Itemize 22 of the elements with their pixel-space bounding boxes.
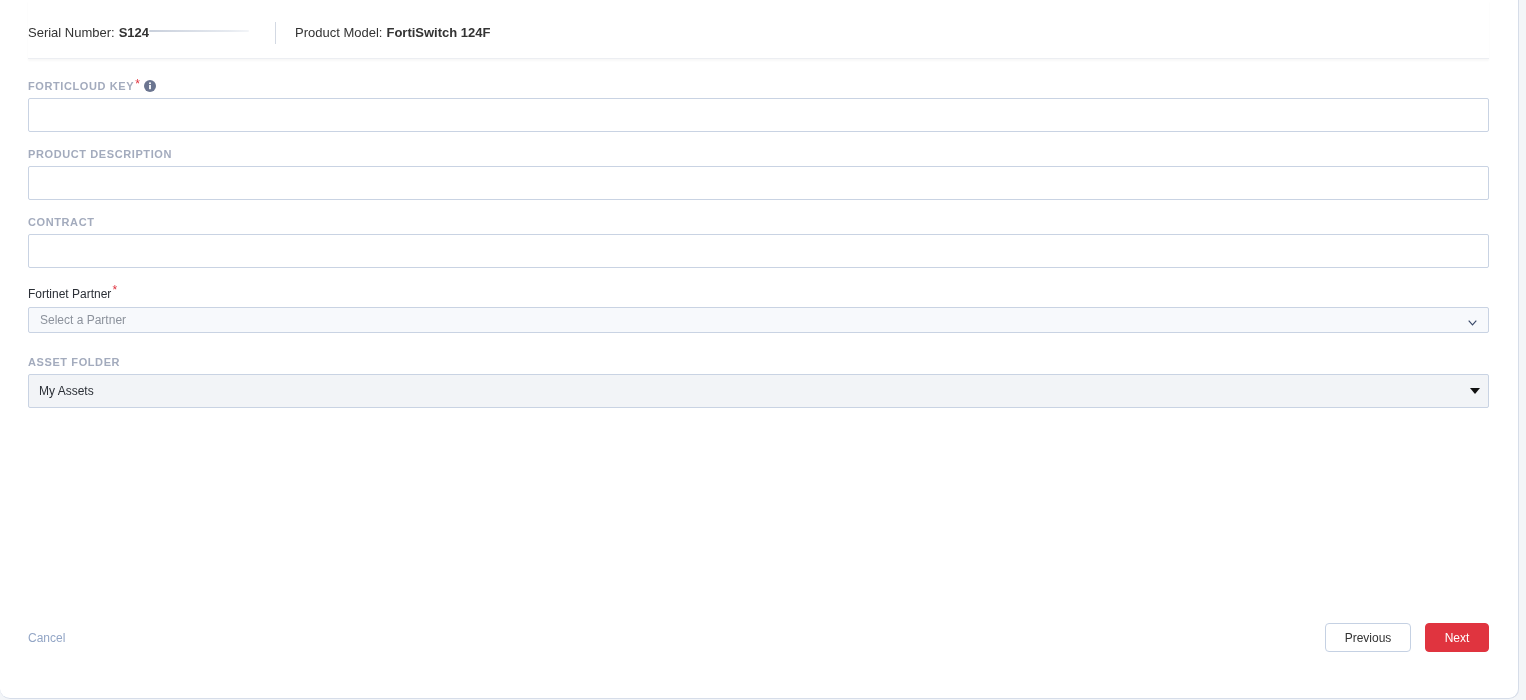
cancel-link[interactable]: Cancel [28,630,66,645]
input-field[interactable] [28,98,1489,132]
next-button[interactable]: Next [1425,623,1489,652]
input-field[interactable] [28,166,1489,200]
field-label: FORTICLOUD KEY [28,80,135,92]
field-label: Fortinet Partner [28,286,112,302]
product-model-value: FortiSwitch 124F [386,24,491,42]
serial-number-value: S124 [118,24,150,42]
field-label: ASSET FOLDER [28,356,121,368]
required-mark: * [135,80,140,88]
product-model-label: Product Model: [295,24,383,42]
required-mark: * [112,286,118,294]
previous-button[interactable]: Previous [1325,623,1411,652]
field-label: PRODUCT DESCRIPTION [28,148,173,160]
field-label: CONTRACT [28,216,95,228]
info-icon[interactable] [143,80,156,92]
caret-down-icon [1470,388,1480,394]
partner-select[interactable]: Select a Partner [28,307,1489,333]
folder-dropdown[interactable]: My Assets [28,374,1489,408]
chevron-down-icon [1468,320,1477,326]
serial-number-label: Serial Number: [28,24,115,42]
input-field[interactable] [28,234,1489,268]
